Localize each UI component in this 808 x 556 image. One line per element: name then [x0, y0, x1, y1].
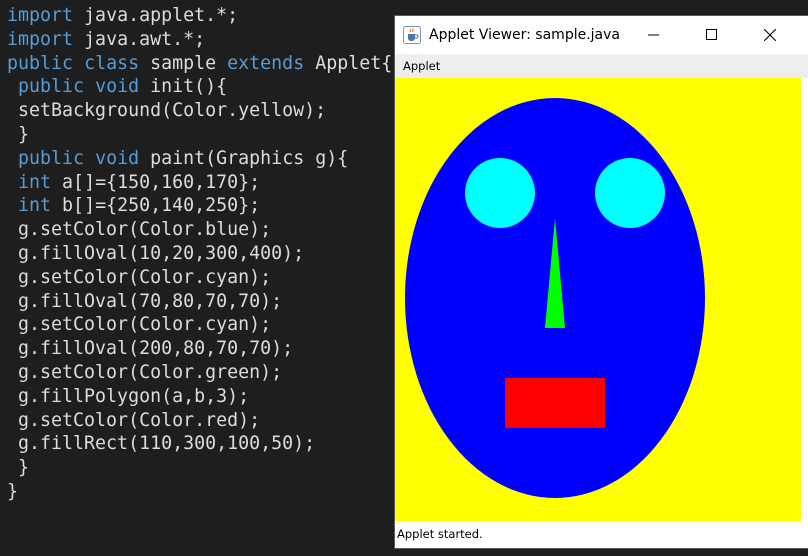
status-text: Applet started. — [397, 527, 483, 541]
code-token: g.setColor(Color.cyan); — [7, 266, 272, 288]
applet-drawing — [405, 98, 705, 498]
menu-bar: Applet — [395, 54, 808, 78]
applet-canvas — [395, 78, 801, 521]
code-line: g.setColor(Color.cyan); — [7, 266, 271, 290]
code-line: public void init(){ — [7, 75, 227, 99]
maximize-icon — [706, 29, 717, 40]
code-line: setBackground(Color.yellow); — [7, 99, 326, 123]
code-line: g.fillPolygon(a,b,3); — [7, 385, 249, 409]
applet-viewer-window: Applet Viewer: sample.java Applet Applet… — [395, 16, 808, 548]
code-token: g.setColor(Color.red); — [7, 409, 261, 431]
code-token: java.awt.*; — [73, 28, 206, 50]
code-keyword: public — [18, 76, 85, 98]
code-line: int a[]={150,160,170}; — [7, 171, 260, 195]
code-token: g.fillRect(110,300,100,50); — [7, 433, 316, 455]
code-keyword: int — [18, 171, 52, 193]
right-eye — [595, 158, 665, 228]
close-icon — [764, 29, 776, 41]
code-keyword: public — [7, 52, 74, 74]
maximize-button[interactable] — [689, 16, 735, 54]
status-bar: Applet started. — [395, 521, 808, 548]
code-line: public void paint(Graphics g){ — [7, 147, 348, 171]
code-line: g.setColor(Color.cyan); — [7, 313, 271, 337]
close-button[interactable] — [747, 16, 793, 54]
code-line: g.fillOval(70,80,70,70); — [7, 290, 282, 314]
code-token: g.setColor(Color.green); — [7, 362, 283, 383]
code-line: } — [7, 480, 18, 504]
code-line: int b[]={250,140,250}; — [7, 194, 260, 218]
minimize-icon — [648, 34, 659, 36]
code-line: import java.applet.*; — [7, 4, 238, 28]
code-keyword: int — [18, 195, 52, 217]
code-token: Applet{ — [304, 52, 393, 74]
code-line: g.fillOval(200,80,70,70); — [7, 337, 293, 361]
code-token: g.fillOval(10,20,300,400); — [7, 243, 305, 264]
menu-applet[interactable]: Applet — [403, 54, 440, 78]
code-line: } — [7, 123, 29, 147]
window-title: Applet Viewer: sample.java — [429, 27, 620, 43]
code-token: g.fillOval(70,80,70,70); — [7, 290, 283, 312]
code-keyword: import — [7, 5, 74, 26]
left-eye — [465, 158, 535, 228]
code-token: sample — [139, 52, 228, 74]
code-token: paint(Graphics g){ — [139, 147, 349, 169]
code-line: g.setColor(Color.green); — [7, 361, 282, 385]
code-line: import java.awt.*; — [7, 28, 205, 52]
code-token: g.setColor(Color.blue); — [7, 219, 272, 241]
code-editor[interactable]: import java.applet.*; import java.awt.*; p… — [0, 0, 395, 556]
code-token: } — [7, 124, 30, 145]
code-keyword: public — [18, 147, 85, 169]
code-line: g.setColor(Color.red); — [7, 409, 260, 433]
java-cup-icon — [403, 26, 421, 44]
code-token: b[]={250,140,250}; — [51, 195, 261, 217]
code-token: } — [7, 457, 30, 479]
code-line: g.setColor(Color.blue); — [7, 218, 271, 242]
code-token: } — [7, 481, 19, 502]
minimize-button[interactable] — [631, 16, 677, 54]
code-token: g.setColor(Color.cyan); — [7, 314, 272, 336]
code-token: g.fillOval(200,80,70,70); — [7, 338, 294, 360]
code-token: g.fillPolygon(a,b,3); — [7, 385, 250, 407]
code-token: a[]={150,160,170}; — [51, 171, 261, 193]
code-token: init(){ — [139, 76, 228, 98]
code-token: setBackground(Color.yellow); — [7, 100, 327, 122]
code-line: public class sample extends Applet{ — [7, 52, 392, 76]
mouth-rect — [505, 378, 605, 428]
code-keyword: class — [84, 52, 140, 74]
code-line: } — [7, 456, 29, 480]
code-keyword: import — [7, 28, 74, 50]
code-line: g.fillOval(10,20,300,400); — [7, 242, 304, 266]
code-line: g.fillRect(110,300,100,50); — [7, 432, 315, 456]
title-bar[interactable]: Applet Viewer: sample.java — [395, 16, 808, 54]
code-keyword: extends — [227, 52, 305, 74]
code-keyword: void — [95, 76, 140, 98]
code-keyword: void — [95, 147, 140, 169]
code-token: java.applet.*; — [73, 5, 239, 26]
